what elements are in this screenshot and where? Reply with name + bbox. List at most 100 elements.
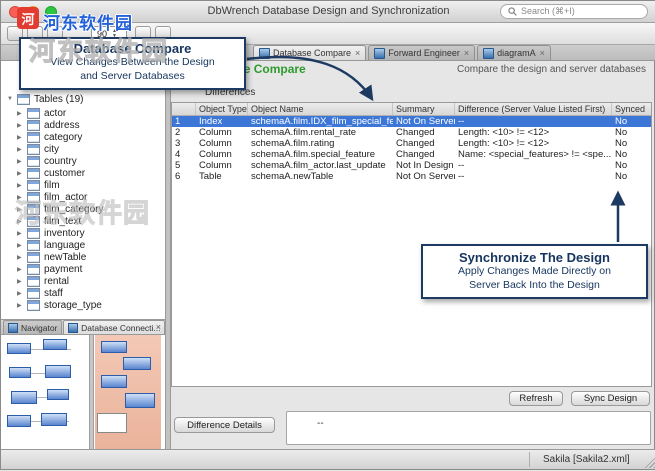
table-icon <box>27 167 40 179</box>
expand-arrow-icon[interactable]: ▶ <box>17 134 27 141</box>
tab-diagrama[interactable]: diagramA × <box>477 45 551 60</box>
tab-icon <box>8 322 18 333</box>
diff-cell: Not On Server <box>396 116 455 127</box>
collapse-arrow-icon[interactable]: ▼ <box>7 96 17 102</box>
tables-folder-icon <box>17 93 30 105</box>
expand-arrow-icon[interactable]: ▶ <box>17 182 27 189</box>
overview-thumbnail[interactable] <box>95 335 161 451</box>
diff-cell: 2 <box>175 127 181 138</box>
difference-details-panel: -- <box>286 411 651 445</box>
expand-arrow-icon[interactable]: ▶ <box>17 122 27 129</box>
panel-close-icon[interactable]: × <box>156 322 161 332</box>
tree-item-staff[interactable]: ▶ staff <box>1 287 165 299</box>
tab-icon <box>259 47 270 59</box>
nav-tab-navigator[interactable]: Navigator <box>3 320 63 334</box>
diff-row-3[interactable]: 3 Column schemaA.film.rating Changed Length:… <box>172 138 651 149</box>
tree-item-city[interactable]: ▶ city <box>1 143 165 155</box>
diff-cell: 5 <box>175 160 181 171</box>
diff-cell: Not In Design <box>396 160 454 171</box>
tab-forward-engineer[interactable]: Forward Engineer × <box>368 45 476 60</box>
tree-item-country[interactable]: ▶ country <box>1 155 165 167</box>
expand-arrow-icon[interactable]: ▶ <box>17 266 27 273</box>
tree-item-actor[interactable]: ▶ actor <box>1 107 165 119</box>
tab-close-icon[interactable]: × <box>464 48 469 58</box>
diff-cell: Name: <special_features> != <spe... <box>458 149 612 160</box>
col-header-object-type[interactable]: Object Type <box>196 103 248 115</box>
expand-arrow-icon[interactable]: ▶ <box>17 278 27 285</box>
refresh-button[interactable]: Refresh <box>509 391 563 406</box>
expand-arrow-icon[interactable]: ▶ <box>17 158 27 165</box>
tab-database-compare[interactable]: Database Compare × <box>253 45 367 60</box>
col-header-object-name[interactable]: Object Name <box>248 103 393 115</box>
expand-arrow-icon[interactable]: ▶ <box>17 302 27 309</box>
expand-arrow-icon[interactable]: ▶ <box>17 230 27 237</box>
diff-cell: schemaA.film.rental_rate <box>251 127 357 138</box>
tree-item-customer[interactable]: ▶ customer <box>1 167 165 179</box>
tree-item-payment[interactable]: ▶ payment <box>1 263 165 275</box>
expand-arrow-icon[interactable]: ▶ <box>17 254 27 261</box>
diff-row-1[interactable]: 1 Index schemaA.film.IDX_film_special_feat… <box>172 116 651 127</box>
tab-close-icon[interactable]: × <box>540 48 545 58</box>
tab-label: Database Connecti... <box>81 322 161 333</box>
table-header-row: Object Type Object Name Summary Differen… <box>172 103 651 116</box>
resize-grip[interactable] <box>642 455 655 468</box>
diff-cell: schemaA.film.IDX_film_special_feat... <box>251 116 393 127</box>
expand-arrow-icon[interactable]: ▶ <box>17 242 27 249</box>
expand-arrow-icon[interactable]: ▶ <box>17 146 27 153</box>
tree-item-address[interactable]: ▶ address <box>1 119 165 131</box>
tree-root-label: Tables (19) <box>34 93 84 105</box>
diagram-thumbnail-box <box>101 341 127 353</box>
search-placeholder: Search (⌘+I) <box>521 6 575 16</box>
diff-cell: Index <box>199 116 223 127</box>
table-icon <box>27 239 40 251</box>
tab-close-icon[interactable]: × <box>355 48 360 58</box>
diff-cell: Changed <box>396 149 435 160</box>
diagram-thumbnail-box <box>43 339 67 350</box>
diff-row-6[interactable]: 6 Table schemaA.newTable Not On Server -- No <box>172 171 651 182</box>
col-header-num[interactable] <box>172 103 196 115</box>
col-header-summary[interactable]: Summary <box>393 103 455 115</box>
sync-design-button[interactable]: Sync Design <box>571 391 650 406</box>
tree-item-storage_type[interactable]: ▶ storage_type <box>1 299 165 311</box>
diff-row-5[interactable]: 5 Column schemaA.film_actor.last_update Not… <box>172 160 651 171</box>
tree-root-tables[interactable]: ▼ Tables (19) <box>3 93 83 105</box>
table-body: 1 Index schemaA.film.IDX_film_special_feat… <box>172 116 651 182</box>
nav-tab-database-connecti-[interactable]: Database Connecti... <box>63 320 165 334</box>
table-icon <box>27 119 40 131</box>
tree-item-label: language <box>44 239 86 251</box>
navigator-tab-strip: Navigator Database Connecti... × <box>1 320 165 335</box>
tree-item-film[interactable]: ▶ film <box>1 179 165 191</box>
diff-cell: Changed <box>396 138 435 149</box>
col-header-difference[interactable]: Difference (Server Value Listed First) <box>455 103 612 115</box>
diagram-thumbnail-box <box>9 367 31 378</box>
difference-details-button[interactable]: Difference Details <box>174 417 275 433</box>
diff-row-4[interactable]: 4 Column schemaA.film.special_feature Chang… <box>172 149 651 160</box>
tree-item-language[interactable]: ▶ language <box>1 239 165 251</box>
thumbnail-splitter[interactable] <box>89 335 94 451</box>
diff-cell: Not On Server <box>396 171 455 182</box>
watermark-faint-text: 河东软件园 <box>14 198 151 229</box>
tree-item-newTable[interactable]: ▶ newTable <box>1 251 165 263</box>
diff-row-2[interactable]: 2 Column schemaA.film.rental_rate Changed Le… <box>172 127 651 138</box>
expand-arrow-icon[interactable]: ▶ <box>17 110 27 117</box>
tree-item-label: customer <box>44 167 86 179</box>
diff-cell: -- <box>458 160 465 171</box>
navigator-thumbnail[interactable] <box>1 335 165 451</box>
viewport-rectangle <box>97 413 127 433</box>
tree-item-label: actor <box>44 107 67 119</box>
tree-item-category[interactable]: ▶ category <box>1 131 165 143</box>
expand-arrow-icon[interactable]: ▶ <box>17 170 27 177</box>
navigator-panel: Navigator Database Connecti... × <box>1 319 166 451</box>
status-document-name: Sakila [Sakila2.xml] <box>543 454 630 465</box>
search-input[interactable]: Search (⌘+I) <box>500 4 648 19</box>
tree-item-label: address <box>44 119 80 131</box>
expand-arrow-icon[interactable]: ▶ <box>17 290 27 297</box>
diff-cell: No <box>615 171 628 182</box>
diagram-thumbnail-box <box>47 389 69 400</box>
col-header-synced[interactable]: Synced <box>612 103 651 115</box>
tree-item-rental[interactable]: ▶ rental <box>1 275 165 287</box>
diff-cell: schemaA.film.rating <box>251 138 335 149</box>
table-icon <box>27 251 40 263</box>
diff-cell: Length: <10> != <12> <box>458 138 550 149</box>
tree-item-label: city <box>44 143 59 155</box>
